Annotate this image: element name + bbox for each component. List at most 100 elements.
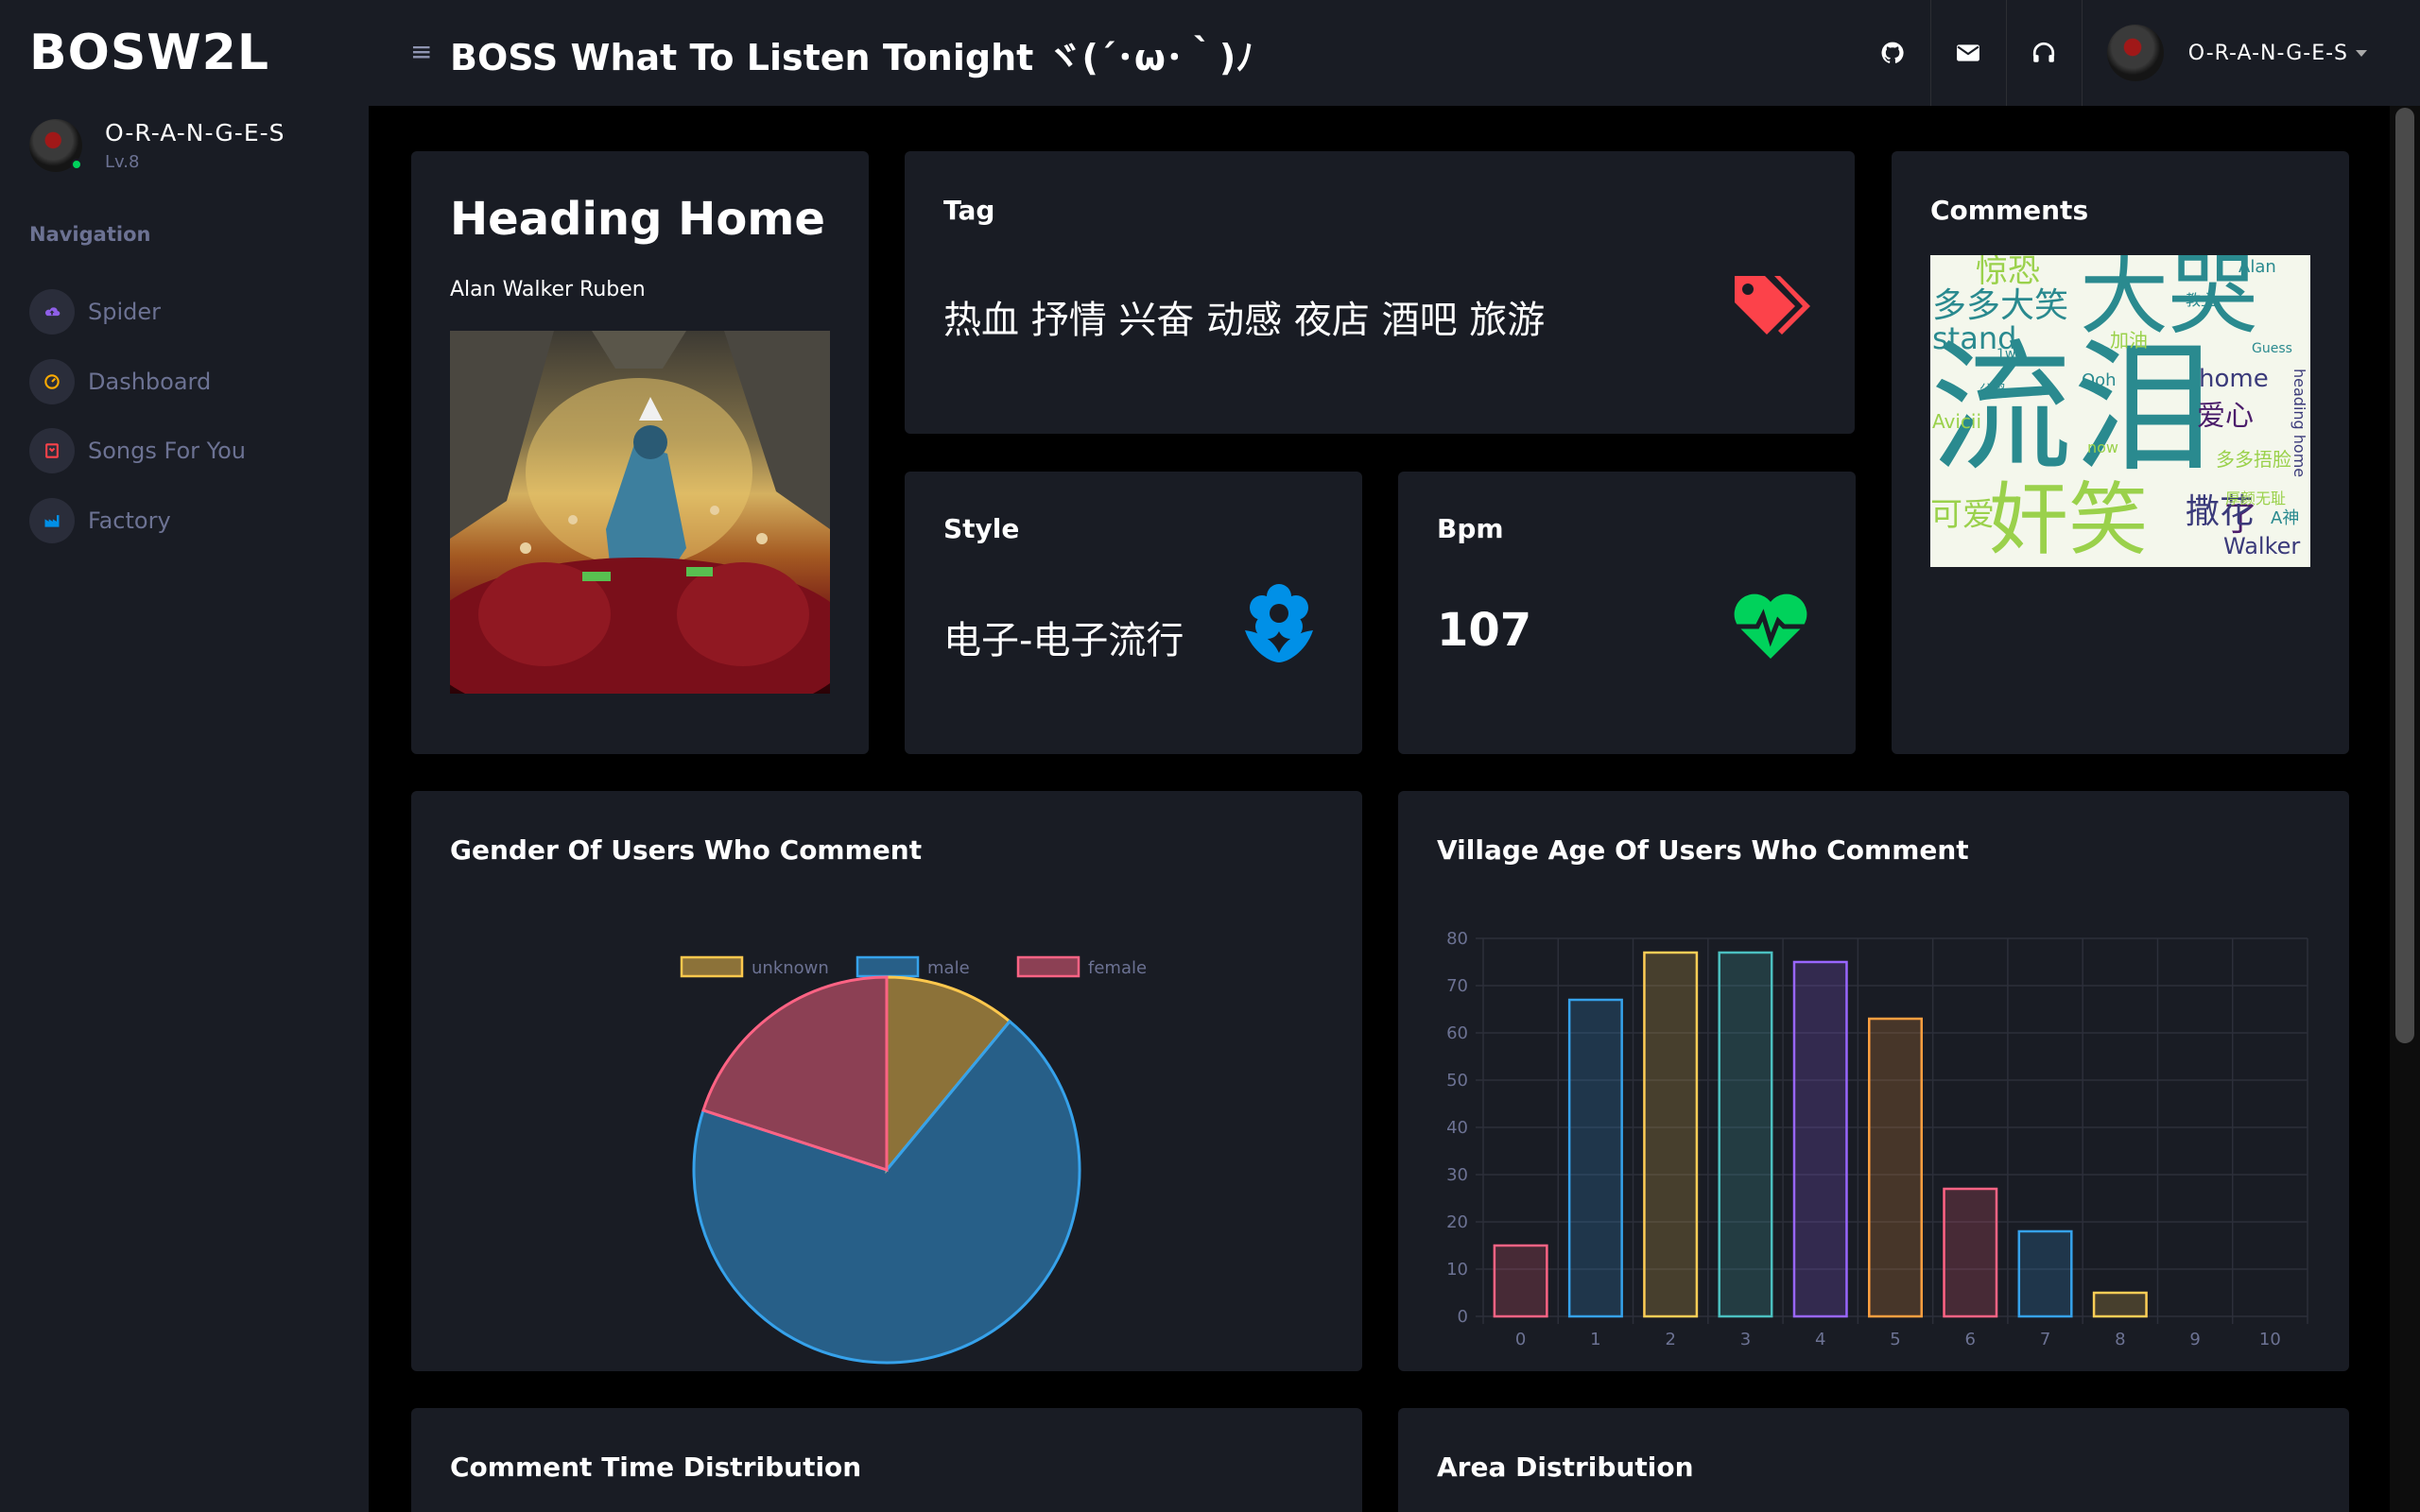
legend-swatch[interactable] <box>680 955 744 978</box>
avatar <box>2106 25 2164 81</box>
x-tick-label: 0 <box>1515 1330 1526 1349</box>
wordcloud-word: 多多捂脸 <box>2216 448 2291 471</box>
user-menu-dropdown[interactable]: O-R-A-N-G-E-S <box>2083 25 2420 81</box>
legend-swatch[interactable] <box>856 955 920 978</box>
mail-icon[interactable] <box>1931 0 2007 106</box>
bar-age-6[interactable] <box>1943 1187 1998 1318</box>
nav-section-title: Navigation <box>29 223 151 246</box>
bar-age-8[interactable] <box>2092 1291 2148 1318</box>
sidebar-item-factory[interactable]: Factory <box>29 498 171 543</box>
sidebar-item-label: Spider <box>88 299 162 325</box>
legend-label[interactable]: unknown <box>752 958 829 978</box>
x-tick-label: 9 <box>2189 1330 2200 1349</box>
bar-age-4[interactable] <box>1792 960 1848 1318</box>
x-tick-label: 10 <box>2259 1330 2281 1349</box>
gender-chart-card: Gender Of Users Who Comment unknown male f… <box>411 791 1362 1371</box>
comments-wordcloud-image: 流泪 大哭 奸笑 多多大笑 惊恐 stand home 爱心 Walker 可爱… <box>1930 255 2310 567</box>
playlist-icon <box>29 428 75 473</box>
comment-time-title: Comment Time Distribution <box>450 1452 862 1483</box>
comments-card-title: Comments <box>1930 195 2089 226</box>
sidebar-item-label: Dashboard <box>88 369 212 395</box>
bar-age-2[interactable] <box>1643 951 1699 1318</box>
bar-age-5[interactable] <box>1868 1017 1923 1318</box>
y-tick-label: 60 <box>1446 1023 1468 1043</box>
bar-age-7[interactable] <box>2017 1229 2073 1318</box>
scrollbar-thumb[interactable] <box>2395 108 2414 1043</box>
legend-label[interactable]: female <box>1088 958 1147 978</box>
wordcloud-word: 公鸡 <box>1979 383 2006 398</box>
wordcloud-word: Alan <box>2238 257 2276 277</box>
page-scrollbar[interactable] <box>2390 106 2420 1512</box>
wordcloud-word: Ooh <box>2082 370 2117 390</box>
sidebar: BOSW2L O-R-A-N-G-E-S Lv.8 Navigation Spi… <box>0 0 369 1512</box>
legend-swatch[interactable] <box>1016 955 1080 978</box>
age-chart-card: Village Age Of Users Who Comment 0 10 20 30… <box>1398 791 2349 1371</box>
y-tick-label: 40 <box>1446 1118 1468 1138</box>
x-tick-label: 7 <box>2040 1330 2050 1349</box>
age-bar-chart: 0 10 20 30 40 50 60 70 80 0 1 2 3 4 5 6 7 8 9 10 <box>1446 929 2308 1349</box>
page-title: BOSS What To Listen Tonight ヾ(´･ω･｀)ﾉ <box>450 37 1254 78</box>
profile-name: O-R-A-N-G-E-S <box>105 119 285 146</box>
wordcloud-word: A神 <box>2271 508 2300 528</box>
factory-icon <box>29 498 75 543</box>
sidebar-item-label: Songs For You <box>88 438 246 464</box>
headphones-icon[interactable] <box>2007 0 2083 106</box>
x-tick-label: 2 <box>1665 1330 1675 1349</box>
wordcloud-word: 厚颜无耻 <box>2225 490 2287 507</box>
bpm-card: Bpm 107 <box>1398 472 1856 754</box>
brand-logo[interactable]: BOSW2L <box>29 25 269 81</box>
bpm-card-title: Bpm <box>1437 513 1504 544</box>
style-card: Style 电子-电子流行 <box>905 472 1362 754</box>
legend-label[interactable]: male <box>927 958 970 978</box>
heart-pulse-icon <box>1731 593 1810 664</box>
top-navbar: ≡ BOSS What To Listen Tonight ヾ(´･ω･｀)ﾉ … <box>369 0 2420 106</box>
y-tick-label: 30 <box>1446 1165 1468 1185</box>
sidebar-item-songs-for-you[interactable]: Songs For You <box>29 428 246 473</box>
chevron-down-icon <box>2356 49 2367 57</box>
menu-toggle-icon[interactable]: ≡ <box>410 36 432 67</box>
user-menu-name: O-R-A-N-G-E-S <box>2187 41 2348 65</box>
profile-level: Lv.8 <box>105 152 140 172</box>
album-cover-image <box>450 331 830 694</box>
bar-age-0[interactable] <box>1493 1244 1548 1318</box>
github-icon[interactable] <box>1856 0 1931 106</box>
area-distribution-title: Area Distribution <box>1437 1452 1694 1483</box>
tags-icon <box>1733 272 1812 342</box>
sidebar-item-dashboard[interactable]: Dashboard <box>29 359 211 404</box>
comments-card: Comments 流泪 大哭 奸笑 多多大笑 惊恐 stand home 爱心 … <box>1892 151 2349 754</box>
x-tick-label: 4 <box>1815 1330 1825 1349</box>
wordcloud-word: 大哭 <box>2080 255 2258 347</box>
song-artists: Alan Walker Ruben <box>450 278 646 301</box>
tag-card: Tag 热血 抒情 兴奋 动感 夜店 酒吧 旅游 <box>905 151 1855 434</box>
style-card-title: Style <box>943 513 1020 544</box>
speedometer-icon <box>29 359 75 404</box>
x-tick-label: 8 <box>2115 1330 2125 1349</box>
wordcloud-word: heading home <box>2290 369 2308 478</box>
wordcloud-word: 流泪 <box>1930 327 2215 491</box>
wordcloud-word: 奸笑 <box>1989 473 2149 566</box>
y-tick-label: 80 <box>1446 929 1468 949</box>
sidebar-item-spider[interactable]: Spider <box>29 289 161 335</box>
avatar[interactable] <box>29 119 82 172</box>
wordcloud-word: home <box>2199 365 2269 393</box>
x-tick-label: 3 <box>1740 1330 1751 1349</box>
wordcloud-word: 1w <box>1996 347 2016 362</box>
tag-values: 热血 抒情 兴奋 动感 夜店 酒吧 旅游 <box>943 299 1546 342</box>
wordcloud-word: 加油 <box>2110 329 2148 352</box>
style-value: 电子-电子流行 <box>943 619 1184 662</box>
wordcloud-word: 爱心 <box>2197 400 2254 433</box>
bar-age-1[interactable] <box>1567 998 1623 1318</box>
gender-pie-chart: unknown male female <box>680 955 1147 1365</box>
sidebar-profile[interactable]: O-R-A-N-G-E-S Lv.8 <box>29 119 285 172</box>
cloud-upload-icon <box>29 289 75 335</box>
wordcloud-word: now <box>2087 438 2119 456</box>
wordcloud-word: 教主 <box>2186 291 2217 309</box>
wordcloud-word: Avicii <box>1932 410 1982 433</box>
y-tick-label: 0 <box>1458 1307 1468 1327</box>
bar-age-3[interactable] <box>1718 951 1773 1318</box>
song-title: Heading Home <box>450 193 825 246</box>
tag-card-title: Tag <box>943 195 995 226</box>
wordcloud-word: 惊恐 <box>1976 255 2040 290</box>
online-status-dot <box>71 159 82 170</box>
x-tick-label: 5 <box>1890 1330 1900 1349</box>
